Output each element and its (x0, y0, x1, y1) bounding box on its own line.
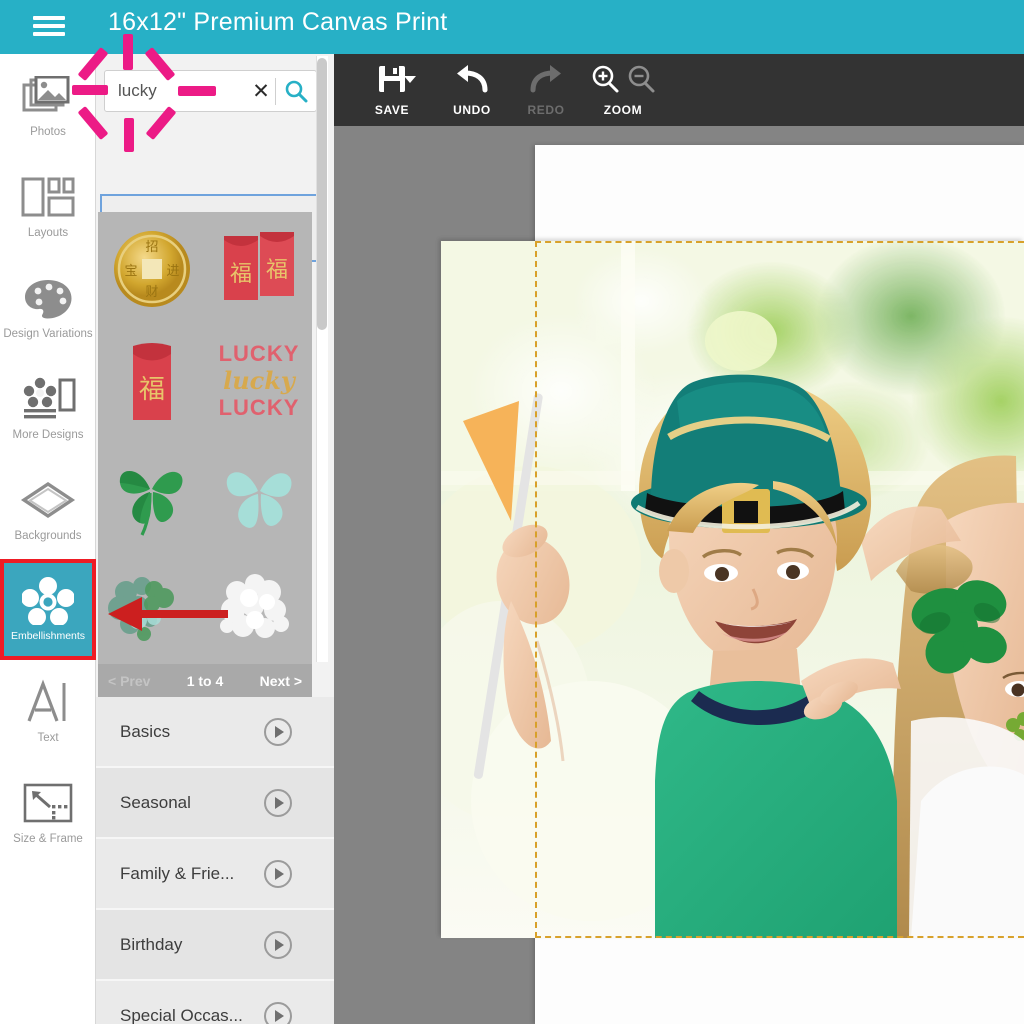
sidebar-item-label: More Designs (12, 428, 84, 441)
result-thumb-red-envelopes-pair[interactable]: 福 福 (205, 212, 312, 325)
sidebar-item-text[interactable]: Text (0, 660, 96, 761)
caret-down-icon[interactable] (404, 76, 416, 83)
chevron-right-icon[interactable] (264, 859, 292, 888)
magnifier-plus-icon[interactable] (590, 64, 620, 99)
photo-image (441, 241, 1024, 938)
redo-label: REDO (527, 102, 565, 117)
tool-sidebar: Photos Layouts Design Variations More De… (0, 54, 96, 1024)
category-row-special-occasions[interactable]: Special Occas... (96, 981, 334, 1024)
category-label: Special Occas... (120, 1005, 243, 1024)
sidebar-item-backgrounds[interactable]: Backgrounds (0, 458, 96, 559)
layouts-icon (20, 172, 76, 222)
sidebar-item-label: Layouts (27, 226, 69, 239)
result-thumb-green-four-leaf-clover[interactable] (98, 438, 205, 551)
save-button[interactable]: SAVE (358, 54, 426, 126)
svg-text:招: 招 (145, 240, 158, 255)
result-thumb-lucky-word-art[interactable]: LUCKY lucky LUCKY (205, 325, 312, 438)
prev-page-button[interactable]: < Prev (108, 673, 150, 689)
floppy-disk-icon (377, 64, 407, 99)
category-row-seasonal[interactable]: Seasonal (96, 768, 334, 839)
category-label: Basics (120, 721, 171, 741)
svg-text:LUCKY: LUCKY (218, 341, 299, 366)
sidebar-item-design-variations[interactable]: Design Variations (0, 256, 96, 357)
sidebar-item-label: Photos (30, 125, 66, 138)
svg-text:lucky: lucky (223, 366, 297, 395)
more-designs-icon (20, 374, 76, 424)
magnifier-minus-icon[interactable] (626, 64, 656, 99)
page-count-label: 1 to 4 (186, 672, 224, 689)
chevron-right-icon[interactable] (264, 930, 292, 959)
result-thumb-clover-cluster-white[interactable] (205, 551, 312, 664)
undo-button[interactable]: UNDO (438, 54, 506, 126)
sidebar-item-embellishments[interactable]: Embellishments (0, 559, 96, 660)
svg-text:财: 财 (145, 285, 158, 300)
svg-text:福: 福 (265, 258, 287, 283)
result-thumb-gold-lucky-coin[interactable]: 招宝 进财 (98, 212, 205, 325)
app-header: 16x12" Premium Canvas Print (0, 0, 1024, 54)
svg-text:福: 福 (229, 262, 251, 287)
sidebar-item-label: Embellishments (10, 630, 86, 643)
category-list: Basics Seasonal Family & Frie... Birthda… (96, 697, 334, 1024)
chevron-right-icon[interactable] (264, 1001, 292, 1024)
panel-scrollbar-thumb[interactable] (317, 58, 327, 330)
undo-label: UNDO (453, 102, 491, 117)
result-thumb-red-envelope-single[interactable]: 福 (98, 325, 205, 438)
svg-text:宝: 宝 (124, 264, 137, 279)
search-input[interactable] (105, 81, 247, 101)
search-box: ✕ (104, 70, 317, 112)
search-results-grid: 招宝 进财 福 福 福 LUCKY lucky LUCKY (98, 212, 312, 664)
undo-arrow-icon (454, 64, 490, 99)
sidebar-item-label: Backgrounds (14, 529, 82, 542)
canvas-workspace[interactable] (334, 126, 1024, 1024)
photos-icon (22, 71, 74, 121)
category-row-birthday[interactable]: Birthday (96, 910, 334, 981)
chevron-right-icon[interactable] (264, 717, 292, 746)
sidebar-item-size-frame[interactable]: Size & Frame (0, 761, 96, 862)
svg-text:LUCKY: LUCKY (218, 395, 299, 420)
sidebar-item-layouts[interactable]: Layouts (0, 155, 96, 256)
palette-icon (22, 273, 74, 323)
category-label: Seasonal (120, 792, 191, 812)
svg-text:进: 进 (166, 264, 179, 279)
text-cursor-icon (23, 677, 73, 727)
redo-button: REDO (512, 54, 580, 126)
redo-arrow-icon (528, 64, 564, 99)
sidebar-item-photos[interactable]: Photos (0, 54, 96, 155)
page-title: 16x12" Premium Canvas Print (108, 8, 448, 36)
zoom-controls: ZOOM (590, 54, 656, 126)
category-label: Family & Frie... (120, 863, 235, 883)
category-label: Birthday (120, 934, 183, 954)
category-row-basics[interactable]: Basics (96, 697, 334, 768)
flower-icon (22, 576, 74, 626)
sidebar-item-more-designs[interactable]: More Designs (0, 357, 96, 458)
sidebar-item-label: Text (37, 731, 59, 744)
chevron-right-icon[interactable] (264, 788, 292, 817)
result-thumb-mint-clover[interactable] (205, 438, 312, 551)
photo-editor-app: 16x12" Premium Canvas Print Photos Layou… (0, 0, 1024, 1024)
editor-toolbar: SAVE UNDO REDO ZOOM (334, 54, 1024, 126)
hamburger-menu-icon[interactable] (33, 13, 65, 39)
magnifier-icon[interactable] (276, 79, 316, 103)
diamond-icon (20, 475, 76, 525)
sidebar-item-label: Size & Frame (13, 832, 83, 845)
results-pagination: < Prev 1 to 4 Next > (98, 664, 312, 697)
svg-text:福: 福 (138, 375, 164, 405)
close-x-icon[interactable]: ✕ (247, 81, 275, 102)
sidebar-item-label: Design Variations (3, 327, 93, 340)
zoom-label: ZOOM (603, 102, 643, 117)
save-label: SAVE (374, 102, 410, 117)
result-thumb-clover-cluster-green[interactable] (98, 551, 205, 664)
resize-frame-icon (22, 778, 74, 828)
category-row-family-friends[interactable]: Family & Frie... (96, 839, 334, 910)
photo-layer[interactable] (441, 241, 1024, 938)
next-page-button[interactable]: Next > (260, 673, 302, 689)
